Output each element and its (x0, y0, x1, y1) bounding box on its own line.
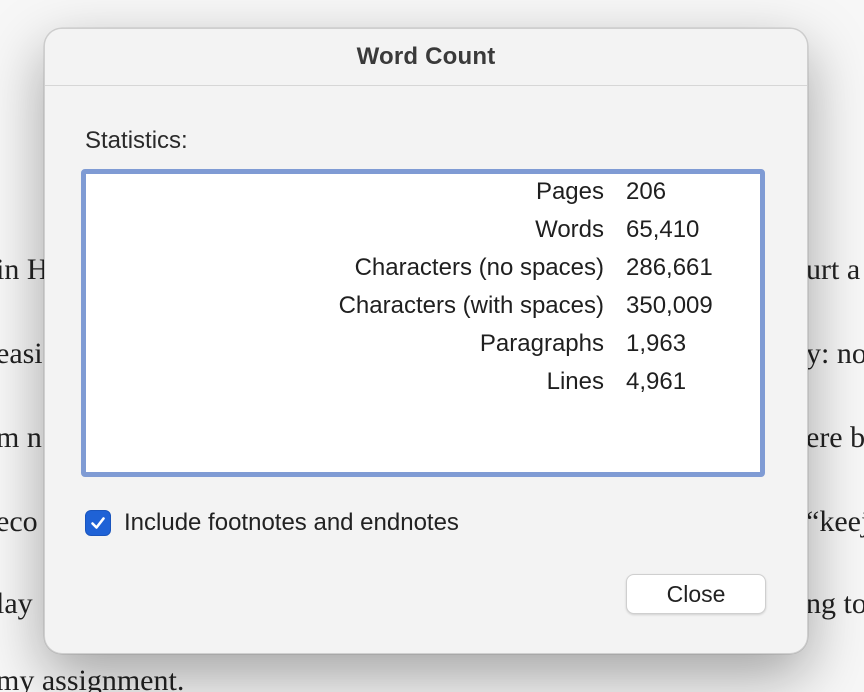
include-footnotes-label[interactable]: Include footnotes and endnotes (124, 509, 459, 537)
doc-text-line-right: ng to (806, 587, 864, 620)
statistics-label: Statistics: (85, 127, 188, 154)
stat-label: Words (535, 216, 604, 243)
doc-text-line-left: in H (0, 253, 49, 286)
stat-value: 1,963 (626, 330, 687, 357)
doc-text-line-left: m n (0, 421, 42, 454)
doc-text-line-right: ere b (806, 421, 864, 454)
stat-label: Characters (no spaces) (354, 254, 604, 281)
checkmark-icon (91, 517, 105, 529)
stat-row-paragraphs: Paragraphs 1,963 (86, 330, 760, 368)
doc-text-line-right: urt a (806, 253, 861, 286)
close-button[interactable]: Close (626, 574, 766, 614)
dialog-titlebar[interactable]: Word Count (45, 29, 807, 86)
dialog-title: Word Count (356, 43, 496, 70)
stat-value: 206 (626, 178, 667, 205)
stat-row-characters-with-spaces: Characters (with spaces) 350,009 (86, 292, 760, 330)
doc-text-line-left: eco (0, 505, 38, 538)
stat-label: Paragraphs (479, 330, 604, 357)
doc-text-line-left: easi (0, 337, 43, 370)
doc-text-line-left: my assignment. (0, 664, 185, 692)
stat-value: 286,661 (626, 254, 713, 281)
stat-label: Characters (with spaces) (338, 292, 604, 319)
include-footnotes-option[interactable]: Include footnotes and endnotes (85, 509, 459, 537)
doc-text-line-left: lay (0, 587, 33, 620)
stat-value: 350,009 (626, 292, 713, 319)
include-footnotes-checkbox[interactable] (85, 510, 111, 536)
word-count-dialog: Word Count Statistics: Pages 206 Words 6… (44, 28, 808, 654)
doc-text-line-right: “keej (806, 505, 864, 538)
stat-row-lines: Lines 4,961 (86, 368, 760, 406)
stat-value: 65,410 (626, 216, 700, 243)
stat-value: 4,961 (626, 368, 687, 395)
doc-text-line-right: y: no (806, 337, 864, 370)
stat-label: Pages (535, 178, 604, 205)
stat-row-pages: Pages 206 (86, 178, 760, 216)
stat-row-words: Words 65,410 (86, 216, 760, 254)
stat-label: Lines (546, 368, 604, 395)
stat-row-characters-no-spaces: Characters (no spaces) 286,661 (86, 254, 760, 292)
statistics-list[interactable]: Pages 206 Words 65,410 Characters (no sp… (81, 169, 765, 477)
